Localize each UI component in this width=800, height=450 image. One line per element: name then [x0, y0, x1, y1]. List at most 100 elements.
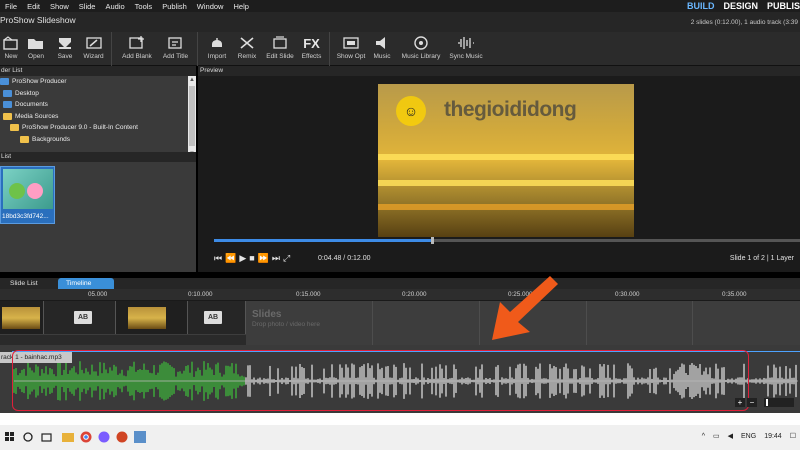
transition-icon: AB [74, 311, 92, 324]
highlight-box [12, 350, 749, 411]
effects-label: Effects [301, 53, 322, 60]
menu-audio[interactable]: Audio [100, 2, 129, 11]
menu-show[interactable]: Show [45, 2, 74, 11]
folder-media-sources[interactable]: Media Sources [0, 111, 196, 123]
slide-photo [2, 307, 40, 329]
remix-button[interactable]: Remix [232, 32, 262, 66]
show-opt-button[interactable]: Show Opt [334, 32, 368, 66]
menu-window[interactable]: Window [192, 2, 229, 11]
slide-1-thumb[interactable] [0, 301, 44, 334]
folder-scrollbar[interactable]: ▲ ▼ [188, 76, 196, 158]
rewind-icon[interactable]: ⏪ [225, 253, 236, 264]
fx-icon: FX [303, 35, 320, 51]
new-button[interactable]: New [0, 32, 22, 66]
fast-forward-icon[interactable]: ⏩ [258, 253, 269, 264]
folder-label: ProShow Producer 9.0 - Built-In Content [22, 124, 138, 132]
fullscreen-icon[interactable]: ⤢ [283, 253, 290, 264]
folder-list-header: der List [0, 66, 196, 76]
network-icon[interactable]: ▭ [713, 432, 720, 440]
preview-header: Preview [198, 66, 800, 76]
file-thumbnail-image [3, 169, 53, 209]
timeline-ruler[interactable]: 05.000 0:10.000 0:15.000 0:20.000 0:25.0… [0, 289, 800, 301]
transition-1[interactable]: AB [44, 301, 116, 334]
zoom-knob[interactable] [766, 398, 768, 406]
search-icon[interactable] [22, 431, 34, 443]
add-blank-button[interactable]: Add Blank [116, 32, 158, 66]
menu-publish[interactable]: Publish [157, 2, 192, 11]
windows-icon[interactable] [4, 431, 16, 443]
folder-built-in-content[interactable]: ProShow Producer 9.0 - Built-In Content [0, 122, 196, 134]
mode-build[interactable]: BUILD [687, 1, 715, 11]
notifications-icon[interactable]: ☐ [790, 432, 796, 440]
brand-text: thegioididong [444, 98, 577, 121]
import-button[interactable]: Import [202, 32, 232, 66]
lang-indicator[interactable]: ENG [741, 433, 756, 440]
folder-desktop[interactable]: Desktop [0, 88, 196, 100]
music-button[interactable]: Music [368, 32, 396, 66]
folder-label: Documents [15, 101, 48, 109]
open-label: Open [28, 53, 44, 60]
brand-logo-icon: ☺ [396, 96, 426, 126]
zoom-slider[interactable] [764, 397, 794, 407]
add-title-label: Add Title [162, 53, 189, 60]
folder-label: Media Sources [15, 112, 59, 120]
mode-design[interactable]: DESIGN [723, 1, 758, 11]
volume-icon[interactable]: ◀ [728, 432, 733, 440]
music-library-button[interactable]: Music Library [396, 32, 446, 66]
folder-documents[interactable]: Documents [0, 99, 196, 111]
file-thumbnail[interactable]: 18bd3c3fd742... [0, 166, 55, 224]
zoom-controls: + − [735, 397, 794, 407]
play-icon[interactable]: ▶ [239, 253, 246, 264]
folder-backgrounds[interactable]: Backgrounds [0, 134, 196, 146]
remix-label: Remix [237, 53, 257, 60]
bird-icon [9, 183, 25, 199]
skip-end-icon[interactable]: ⏭ [272, 253, 280, 264]
zoom-in-button[interactable]: + [735, 397, 745, 407]
slides-dropzone[interactable]: Slides Drop photo / video here [252, 309, 320, 328]
tab-slide-list[interactable]: Slide List [2, 278, 46, 289]
powerpoint-icon[interactable] [116, 431, 128, 443]
menu-help[interactable]: Help [228, 2, 253, 11]
mode-publish[interactable]: PUBLIS [767, 1, 800, 11]
audio-track[interactable]: rack 1 - bainhac.mp3 + − [0, 345, 800, 413]
app-icon [0, 78, 9, 86]
save-button[interactable]: Save [50, 32, 80, 66]
skip-start-icon[interactable]: ⏮ [214, 253, 222, 264]
folder-label: ProShow Producer [12, 78, 67, 86]
tab-timeline[interactable]: Timeline [58, 278, 114, 289]
transition-2[interactable]: AB [188, 301, 246, 334]
open-button[interactable]: Open [22, 32, 50, 66]
wizard-button[interactable]: Wizard [80, 32, 112, 66]
task-view-icon[interactable] [40, 431, 52, 443]
slide-2-thumb[interactable] [116, 301, 188, 334]
file-explorer-icon[interactable] [62, 431, 74, 443]
folder-proshow-producer[interactable]: ProShow Producer [0, 76, 196, 88]
new-folder-icon [1, 35, 21, 51]
chrome-icon[interactable] [80, 431, 92, 443]
preview-seekbar[interactable] [214, 237, 800, 244]
tray-chevron-icon[interactable]: ^ [702, 433, 705, 440]
seek-knob[interactable] [430, 237, 434, 244]
menu-edit[interactable]: Edit [22, 2, 45, 11]
scroll-thumb[interactable] [189, 86, 195, 146]
tick-label: 0:15.000 [296, 291, 321, 298]
stop-icon[interactable]: ■ [249, 253, 254, 263]
clock[interactable]: 19:44 [764, 433, 782, 440]
show-info: 2 slides (0:12.00), 1 audio track (3:39 [690, 19, 798, 26]
effects-button[interactable]: FX Effects [298, 32, 330, 66]
sync-music-button[interactable]: Sync Music [446, 32, 486, 66]
folder-icon [20, 135, 29, 143]
menu-tools[interactable]: Tools [130, 2, 158, 11]
menu-file[interactable]: File [0, 2, 22, 11]
messenger-icon[interactable] [98, 431, 110, 443]
wizard-icon [84, 35, 104, 51]
menu-slide[interactable]: Slide [74, 2, 101, 11]
proshow-icon[interactable] [134, 431, 146, 443]
zoom-out-button[interactable]: − [747, 397, 757, 407]
music-library-icon [411, 35, 431, 51]
sync-music-icon [456, 35, 476, 51]
edit-slide-button[interactable]: Edit Slide [262, 32, 298, 66]
music-label: Music [373, 53, 391, 60]
add-title-button[interactable]: Add Title [158, 32, 198, 66]
scroll-up-icon[interactable]: ▲ [188, 76, 196, 84]
